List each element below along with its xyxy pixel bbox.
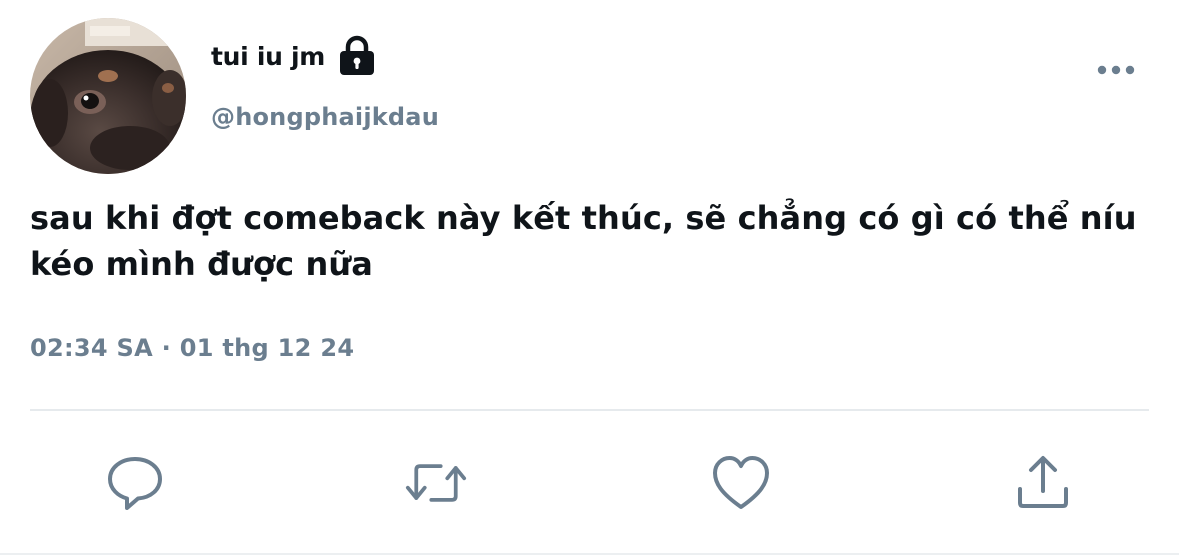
bottom-divider bbox=[0, 553, 1179, 555]
user-handle[interactable]: @hongphaijkdau bbox=[211, 103, 439, 131]
tweet-timestamp[interactable]: 02:34 SA · 01 thg 12 24 bbox=[30, 334, 354, 362]
reply-icon bbox=[108, 457, 162, 510]
more-dots-icon bbox=[1097, 65, 1135, 75]
display-name-row: tui iu jm bbox=[211, 34, 377, 78]
reply-button[interactable] bbox=[104, 452, 166, 514]
share-icon bbox=[1018, 456, 1068, 508]
share-button[interactable] bbox=[1012, 452, 1074, 514]
like-button[interactable] bbox=[710, 452, 772, 514]
avatar-dog-photo bbox=[30, 18, 186, 174]
divider bbox=[30, 409, 1149, 411]
heart-icon bbox=[713, 456, 769, 509]
retweet-icon bbox=[405, 464, 467, 502]
retweet-button[interactable] bbox=[405, 452, 467, 514]
lock-icon bbox=[337, 35, 377, 77]
tweet-text: sau khi đợt comeback này kết thúc, sẽ ch… bbox=[30, 199, 1137, 283]
avatar[interactable] bbox=[30, 18, 186, 174]
more-options-button[interactable] bbox=[1092, 58, 1140, 82]
display-name[interactable]: tui iu jm bbox=[211, 42, 325, 71]
